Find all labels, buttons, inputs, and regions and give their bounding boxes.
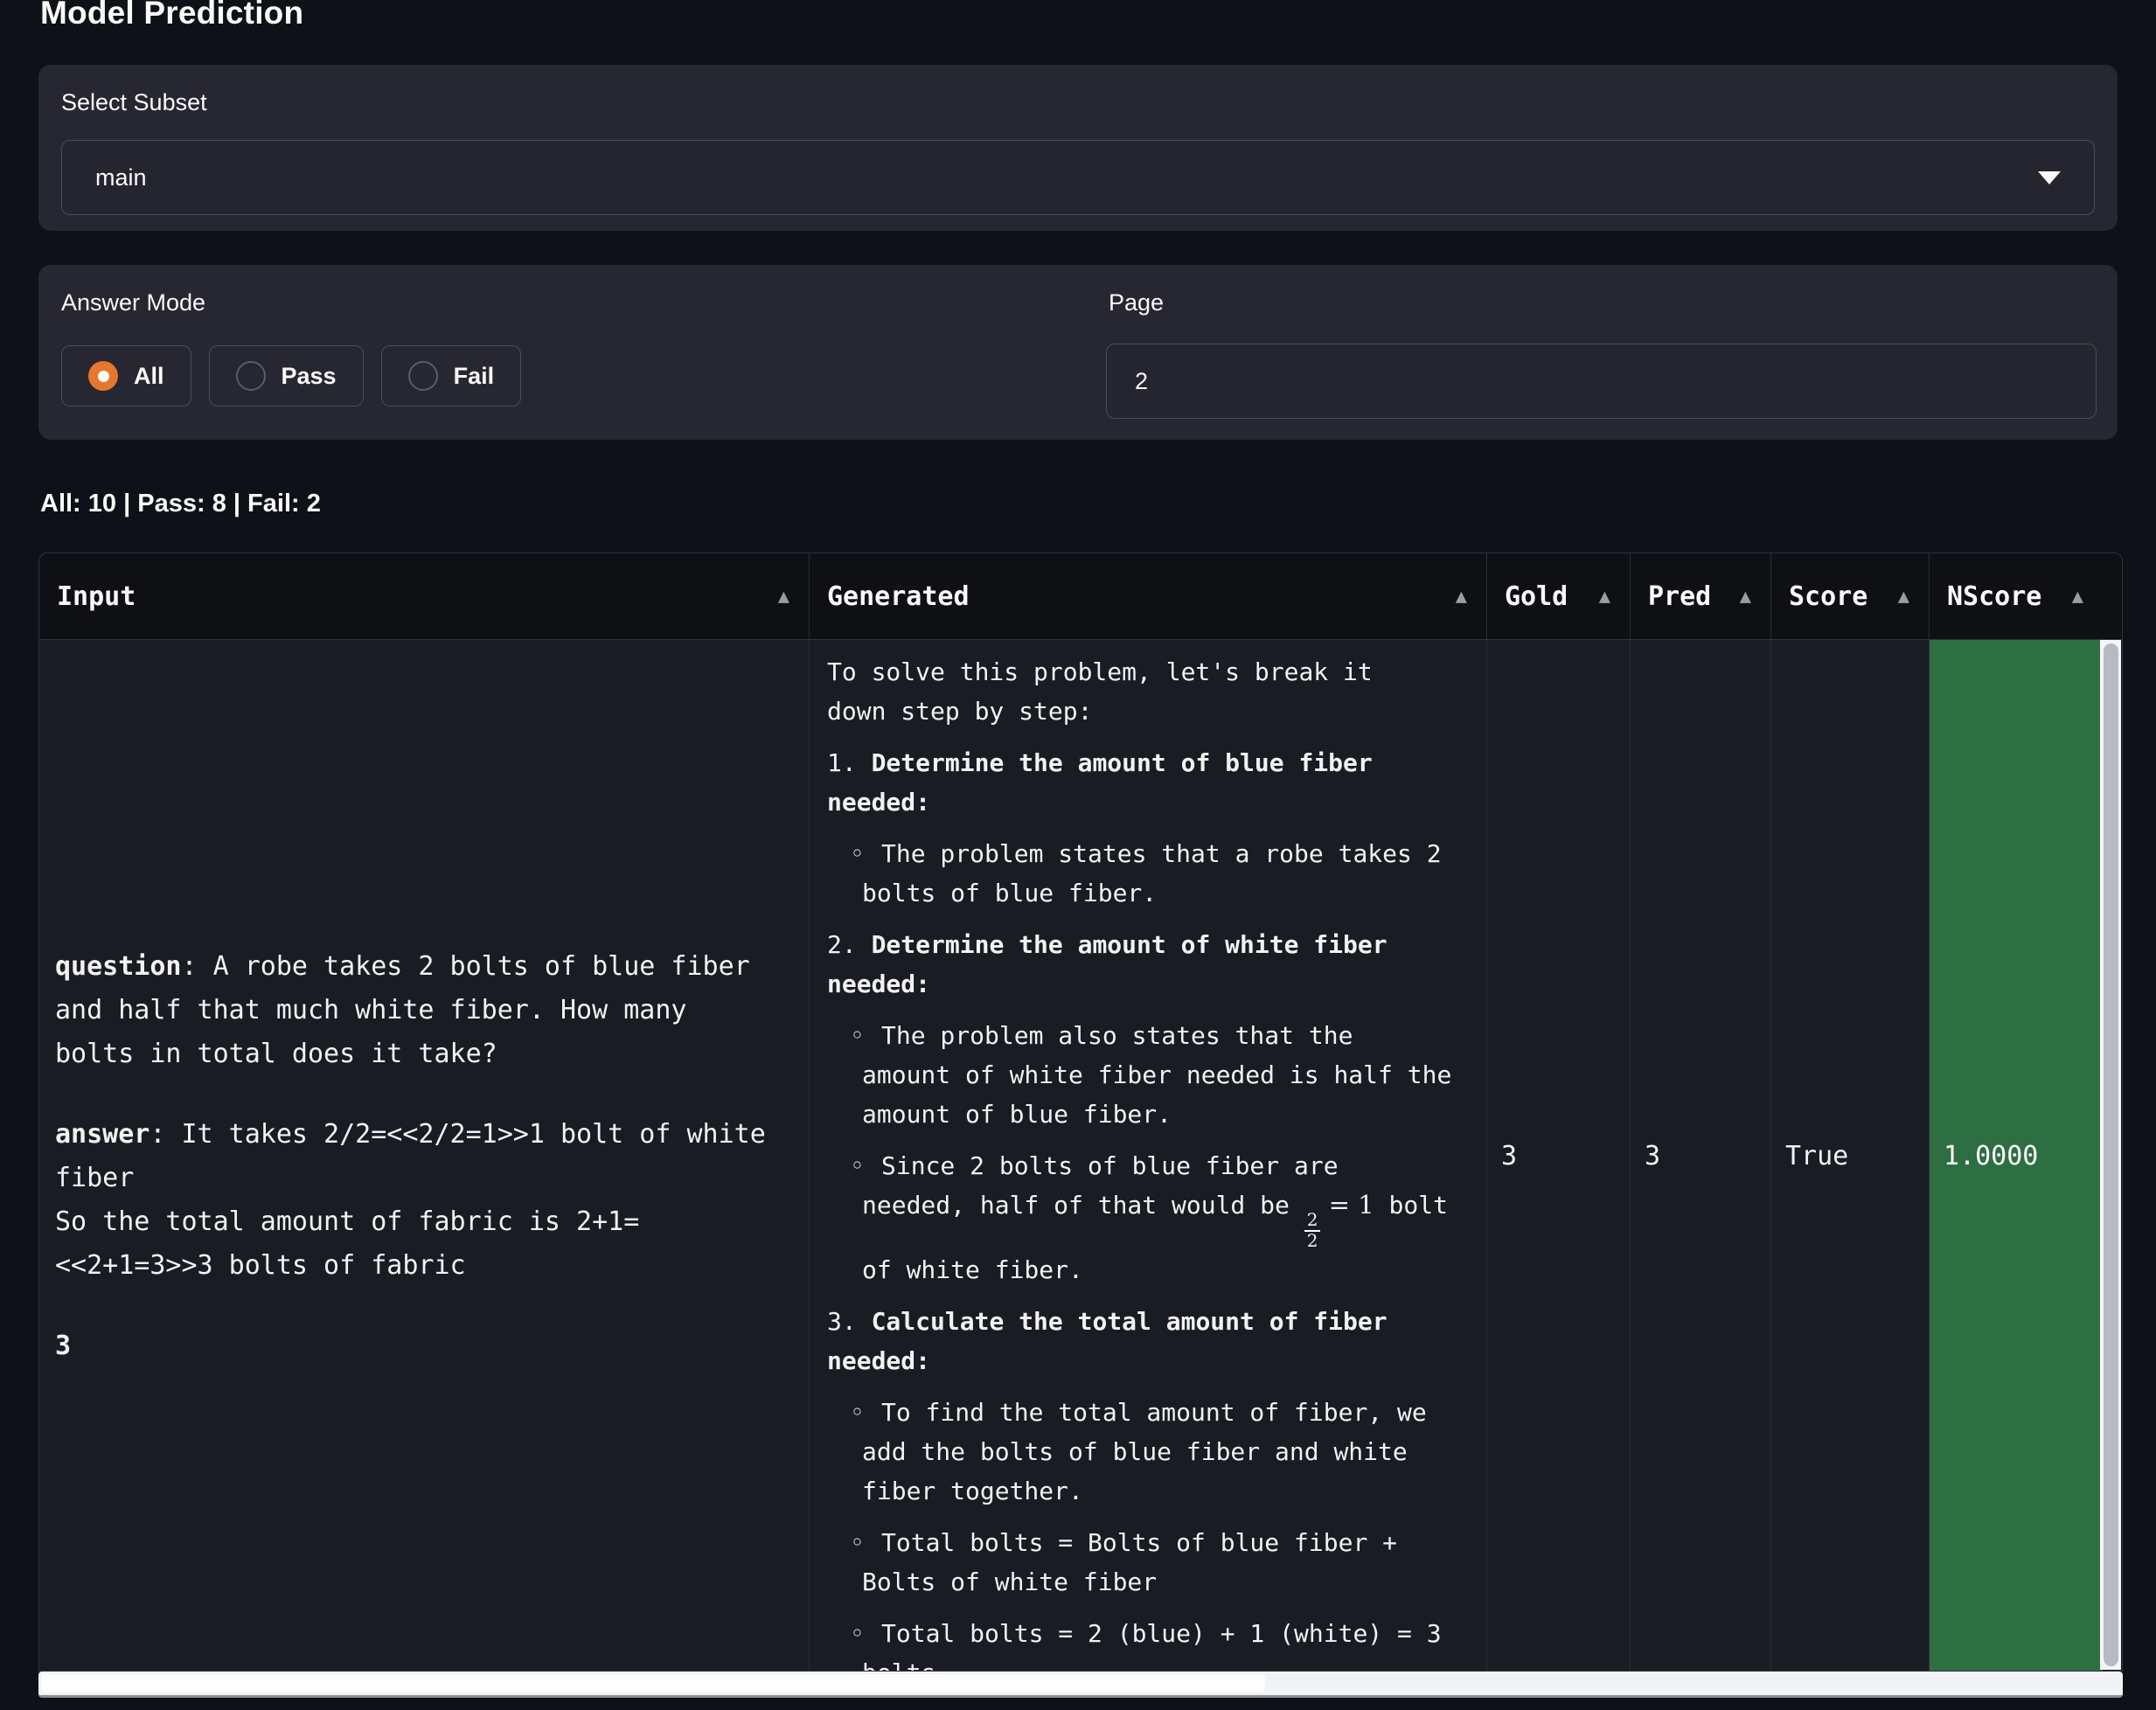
column-header-input[interactable]: Input ▲ — [39, 553, 810, 639]
sort-asc-icon[interactable]: ▲ — [1740, 586, 1751, 608]
page-label: Page — [1109, 289, 1164, 316]
generated-bullet: ◦The problem also states that the amount… — [827, 1016, 1474, 1134]
column-header-pred[interactable]: Pred ▲ — [1631, 553, 1771, 639]
cell-pred[interactable]: 3 — [1631, 640, 1771, 1672]
radio-option-pass[interactable]: Pass — [209, 345, 364, 407]
final-answer: 3 — [55, 1324, 793, 1368]
vertical-scrollbar[interactable] — [2100, 640, 2121, 1670]
radio-selected-icon — [88, 361, 118, 391]
horizontal-scrollbar[interactable] — [38, 1672, 2123, 1698]
sort-asc-icon[interactable]: ▲ — [2072, 586, 2083, 608]
subset-select[interactable]: main — [61, 140, 2095, 215]
chevron-down-icon — [2038, 171, 2061, 184]
column-header-score[interactable]: Score ▲ — [1771, 553, 1930, 639]
answer-mode-radio-group: All Pass Fail — [61, 345, 521, 407]
bullet-icon: ◦ — [850, 1016, 865, 1055]
fraction-formula: 22 = 1 — [1304, 1190, 1374, 1220]
generated-intro: To solve this problem, let's break it do… — [827, 652, 1474, 731]
controls-card: Answer Mode All Pass Fail Page — [38, 265, 2118, 440]
bullet-icon: ◦ — [850, 1146, 865, 1185]
horizontal-scrollbar-thumb[interactable] — [41, 1674, 1265, 1693]
results-summary: All: 10 | Pass: 8 | Fail: 2 — [40, 490, 321, 518]
generated-bullet: ◦To find the total amount of fiber, we a… — [827, 1393, 1474, 1511]
radio-unselected-icon — [408, 361, 438, 391]
generated-bullet: ◦Total bolts = Bolts of blue fiber + Bol… — [827, 1523, 1474, 1602]
page-title: Model Prediction — [40, 0, 303, 31]
bullet-icon: ◦ — [850, 1523, 865, 1562]
table-header-row: Input ▲ Generated ▲ Gold ▲ Pred ▲ Score … — [39, 553, 2122, 640]
cell-gold[interactable]: 3 — [1487, 640, 1631, 1672]
cell-score[interactable]: True — [1771, 640, 1930, 1672]
subset-card: Select Subset main — [38, 65, 2118, 231]
answer-mode-label: Answer Mode — [61, 289, 205, 316]
answer-paragraph: answer: It takes 2/2=<<2/2=1>>1 bolt of … — [55, 1113, 793, 1288]
subset-label: Select Subset — [61, 89, 207, 116]
cell-generated[interactable]: To solve this problem, let's break it do… — [810, 640, 1487, 1672]
radio-option-fail[interactable]: Fail — [381, 345, 522, 407]
subset-selected-value: main — [95, 164, 147, 191]
generated-bullet-with-formula: ◦Since 2 bolts of blue fiber are needed,… — [827, 1146, 1474, 1289]
column-header-nscore[interactable]: NScore ▲ — [1930, 553, 2103, 639]
sort-asc-icon[interactable]: ▲ — [1898, 586, 1909, 608]
generated-bullet: ◦The problem states that a robe takes 2 … — [827, 834, 1474, 913]
generated-step-2-heading: 2. Determine the amount of white fiber n… — [827, 925, 1474, 1004]
radio-unselected-icon — [236, 361, 266, 391]
generated-step-3-heading: 3. Calculate the total amount of fiber n… — [827, 1302, 1474, 1380]
predictions-table: Input ▲ Generated ▲ Gold ▲ Pred ▲ Score … — [38, 553, 2123, 1672]
sort-asc-icon[interactable]: ▲ — [778, 586, 789, 608]
column-header-generated[interactable]: Generated ▲ — [810, 553, 1487, 639]
column-header-gold[interactable]: Gold ▲ — [1487, 553, 1631, 639]
sort-asc-icon[interactable]: ▲ — [1599, 586, 1610, 608]
vertical-scrollbar-thumb[interactable] — [2104, 643, 2118, 1666]
cell-input[interactable]: question: A robe takes 2 bolts of blue f… — [39, 640, 810, 1672]
radio-option-all[interactable]: All — [61, 345, 191, 407]
bullet-icon: ◦ — [850, 834, 865, 873]
table-row[interactable]: question: A robe takes 2 bolts of blue f… — [39, 640, 2122, 1672]
sort-asc-icon[interactable]: ▲ — [1456, 586, 1467, 608]
generated-step-1-heading: 1. Determine the amount of blue fiber ne… — [827, 743, 1474, 822]
question-paragraph: question: A robe takes 2 bolts of blue f… — [55, 945, 793, 1076]
page-number-input[interactable] — [1106, 344, 2097, 419]
cell-nscore[interactable]: 1.0000 — [1930, 640, 2103, 1672]
generated-bullet: ◦Total bolts = 2 (blue) + 1 (white) = 3 … — [827, 1614, 1474, 1672]
bullet-icon: ◦ — [850, 1393, 865, 1432]
bullet-icon: ◦ — [850, 1614, 865, 1653]
